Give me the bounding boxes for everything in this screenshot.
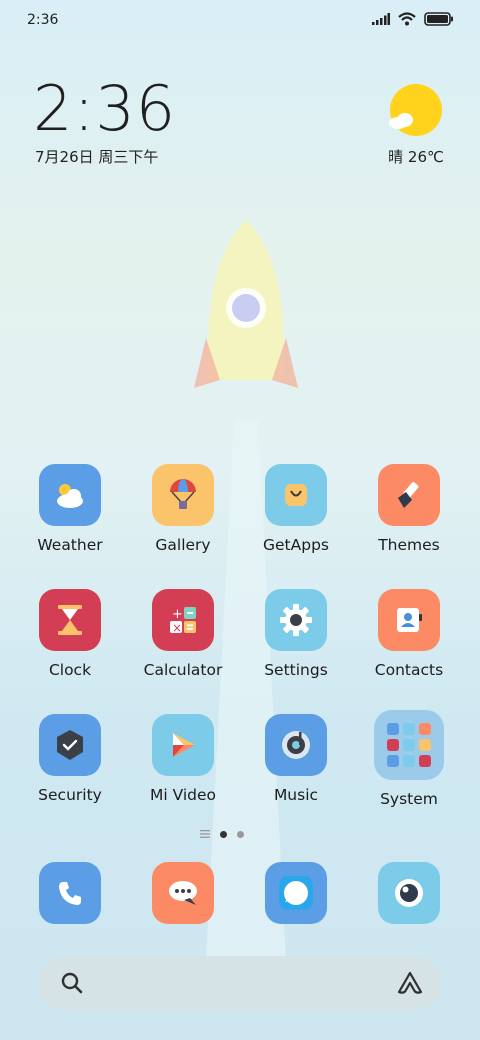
app-folder-system[interactable]: System (354, 710, 464, 808)
app-music[interactable]: Music (241, 714, 351, 804)
phone-icon (39, 862, 101, 924)
weather-text: 晴 26℃ (388, 148, 444, 166)
dock-messages[interactable] (128, 862, 238, 924)
app-label: GetApps (263, 536, 329, 554)
page-indicator[interactable] (200, 830, 244, 838)
app-label: Mi Video (149, 786, 217, 804)
weather-widget[interactable]: 晴 26℃ (384, 84, 448, 167)
signal-icon (372, 13, 390, 25)
app-clock[interactable]: Clock (15, 589, 125, 679)
app-calculator[interactable]: + × Calculator (128, 589, 238, 679)
app-mi-video[interactable]: Mi Video (128, 714, 238, 804)
security-icon (39, 714, 101, 776)
status-bar-icons (372, 12, 454, 26)
app-contacts[interactable]: Contacts (354, 589, 464, 679)
clock-widget-time[interactable]: 2:36 (33, 72, 176, 145)
app-label: Settings (264, 661, 328, 679)
browser-icon (265, 862, 327, 924)
svg-text:+: + (172, 607, 183, 622)
settings-icon (265, 589, 327, 651)
camera-icon (378, 862, 440, 924)
music-icon (265, 714, 327, 776)
app-label: Weather (37, 536, 103, 554)
app-settings[interactable]: Settings (241, 589, 351, 679)
app-label: Themes (378, 536, 440, 554)
search-bar[interactable] (39, 956, 442, 1010)
app-label: Clock (48, 661, 92, 679)
app-label: Gallery (155, 536, 211, 554)
contacts-icon (378, 589, 440, 651)
page-dot (237, 830, 244, 838)
app-weather[interactable]: Weather (15, 464, 125, 554)
themes-icon (378, 464, 440, 526)
app-gallery[interactable]: Gallery (128, 464, 238, 554)
app-label: System (380, 790, 438, 808)
app-label: Contacts (374, 661, 444, 679)
app-label: Security (38, 786, 102, 804)
app-themes[interactable]: Themes (354, 464, 464, 554)
dock-camera[interactable] (354, 862, 464, 924)
dock-phone[interactable] (15, 862, 125, 924)
svg-text:×: × (172, 621, 182, 635)
gallery-icon (152, 464, 214, 526)
page-dot-active (220, 830, 227, 838)
assistant-icon[interactable] (396, 970, 424, 996)
getapps-icon (265, 464, 327, 526)
wifi-icon (398, 12, 416, 26)
app-label: Music (273, 786, 319, 804)
battery-icon (424, 12, 453, 26)
search-icon[interactable] (61, 972, 83, 994)
folder-icon (374, 710, 444, 780)
calculator-icon: + × (152, 589, 214, 651)
app-label: Calculator (143, 661, 223, 679)
app-getapps[interactable]: GetApps (241, 464, 351, 554)
mi-video-icon (152, 714, 214, 776)
list-view-icon (200, 830, 210, 838)
status-bar-time: 2:36 (27, 12, 59, 28)
weather-icon (39, 464, 101, 526)
app-security[interactable]: Security (15, 714, 125, 804)
messages-icon (152, 862, 214, 924)
clock-widget-date: 7月26日 周三下午 (35, 148, 159, 166)
sunny-cloud-icon (389, 84, 442, 136)
clock-icon (39, 589, 101, 651)
dock-browser[interactable] (241, 862, 351, 924)
